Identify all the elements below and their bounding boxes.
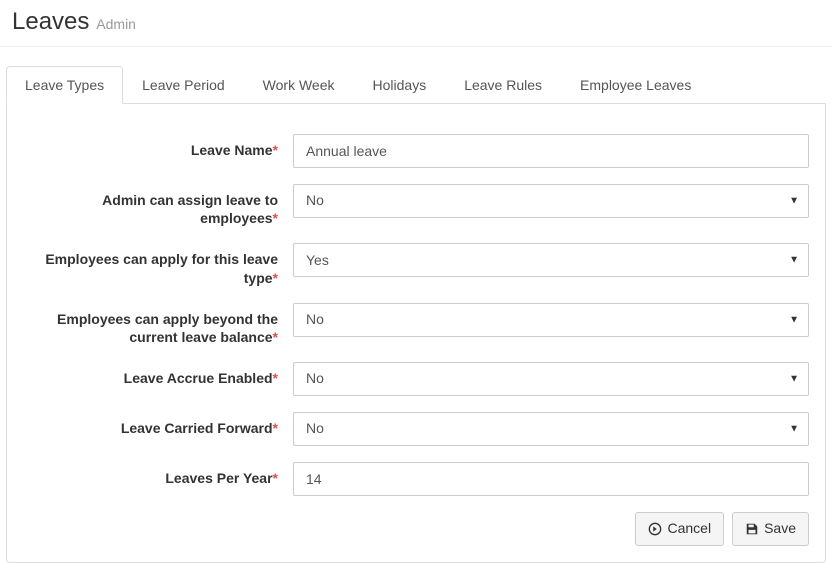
cancel-label: Cancel [667,519,711,539]
label-carried: Leave Carried Forward* [23,412,293,437]
select-admin-assign[interactable]: No [293,184,809,218]
tab-leave-period[interactable]: Leave Period [123,66,244,104]
tab-employee-leaves[interactable]: Employee Leaves [561,66,710,104]
tab-holidays[interactable]: Holidays [354,66,446,104]
row-admin-assign: Admin can assign leave to employees* No [23,184,809,227]
input-per-year[interactable] [293,462,809,496]
row-per-year: Leaves Per Year* [23,462,809,496]
row-emp-beyond: Employees can apply beyond the current l… [23,303,809,346]
row-emp-apply: Employees can apply for this leave type*… [23,243,809,286]
row-accrue: Leave Accrue Enabled* No [23,362,809,396]
tab-leave-types[interactable]: Leave Types [6,66,123,104]
label-emp-beyond: Employees can apply beyond the current l… [23,303,293,346]
label-per-year: Leaves Per Year* [23,462,293,487]
tab-content: Leave Name* Admin can assign leave to em… [6,104,826,563]
select-emp-beyond[interactable]: No [293,303,809,337]
page-title: Leaves [12,8,89,35]
page-header: Leaves Admin [0,0,832,47]
input-leave-name[interactable] [293,134,809,168]
page-subtitle: Admin [96,16,136,32]
save-icon [745,522,759,536]
tab-leave-rules[interactable]: Leave Rules [445,66,561,104]
select-accrue[interactable]: No [293,362,809,396]
label-emp-apply: Employees can apply for this leave type* [23,243,293,286]
save-label: Save [764,519,796,539]
tabs: Leave Types Leave Period Work Week Holid… [6,65,826,104]
tab-work-week[interactable]: Work Week [244,66,354,104]
label-leave-name: Leave Name* [23,134,293,159]
select-carried[interactable]: No [293,412,809,446]
cancel-button[interactable]: Cancel [635,512,724,546]
label-admin-assign: Admin can assign leave to employees* [23,184,293,227]
tab-container: Leave Types Leave Period Work Week Holid… [0,65,832,563]
row-carried: Leave Carried Forward* No [23,412,809,446]
cancel-icon [648,522,662,536]
save-button[interactable]: Save [732,512,809,546]
select-emp-apply[interactable]: Yes [293,243,809,277]
label-accrue: Leave Accrue Enabled* [23,362,293,387]
row-leave-name: Leave Name* [23,134,809,168]
button-row: Cancel Save [23,512,809,546]
